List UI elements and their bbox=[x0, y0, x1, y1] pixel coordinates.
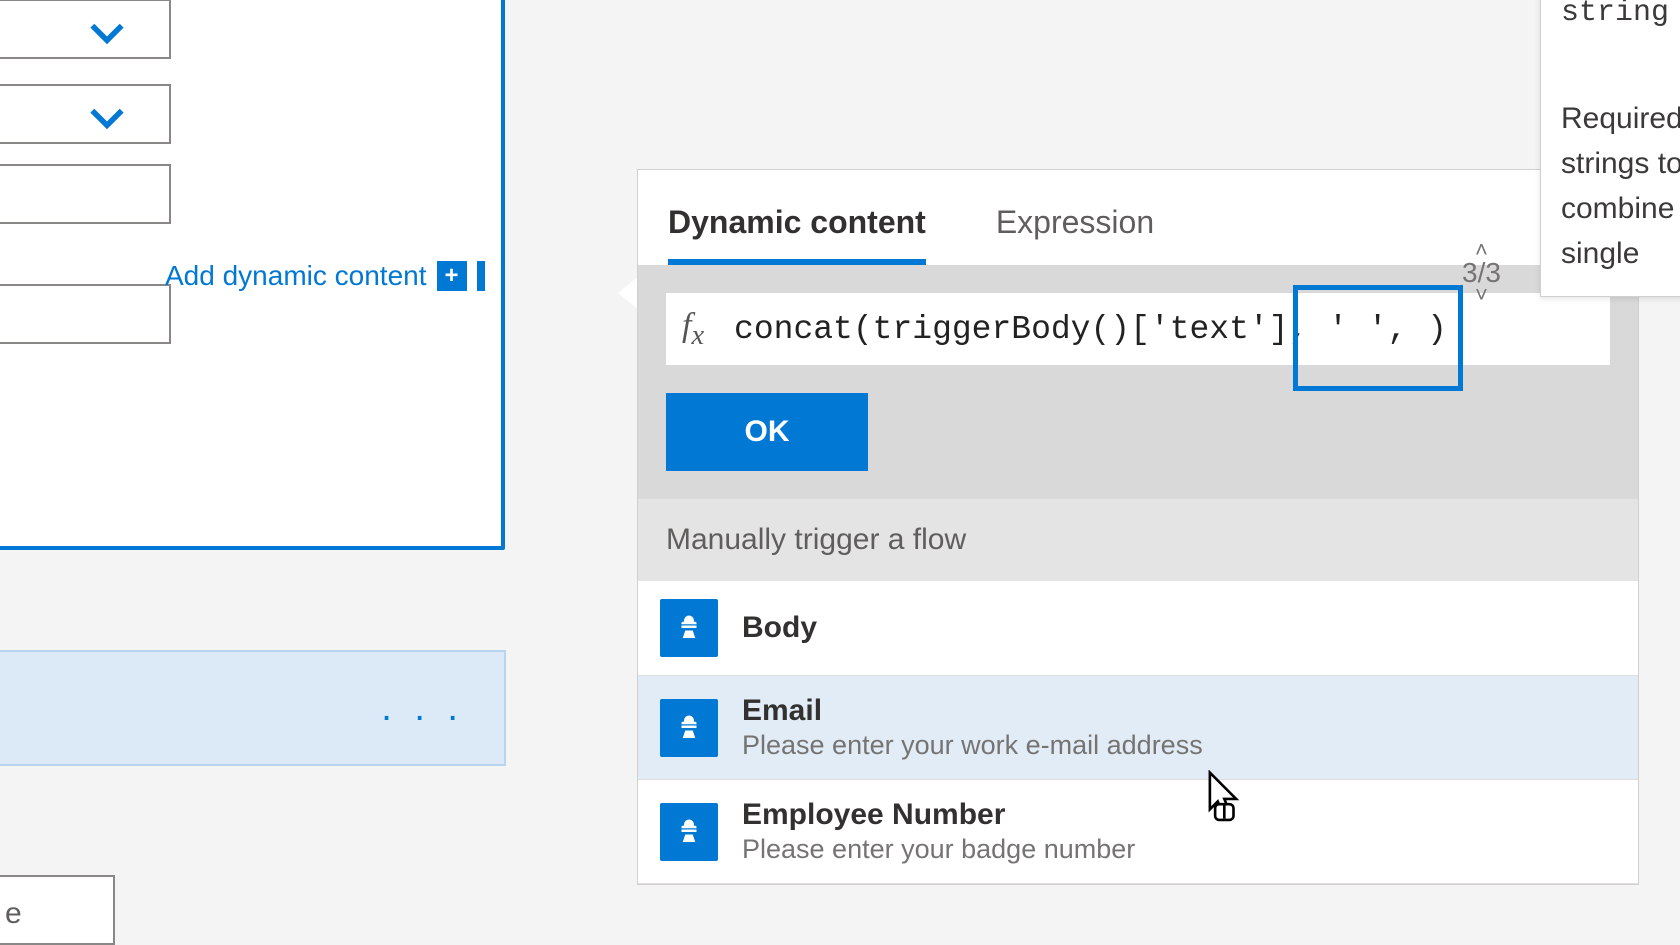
ok-button[interactable]: OK bbox=[666, 393, 868, 471]
chevron-down-icon[interactable]: ˅ bbox=[1475, 285, 1488, 305]
item-desc: Please enter your badge number bbox=[742, 834, 1135, 865]
input-row-1[interactable] bbox=[0, 0, 171, 59]
add-dynamic-label: Add dynamic content bbox=[165, 260, 427, 292]
callout-arrow bbox=[618, 275, 640, 311]
fx-icon: fx bbox=[682, 307, 704, 352]
input-row-3[interactable] bbox=[0, 164, 171, 224]
list-item[interactable]: Body bbox=[638, 581, 1638, 676]
item-title: Employee Number bbox=[742, 798, 1135, 832]
input-row-2[interactable] bbox=[0, 84, 171, 144]
parameter-tooltip: string Required. The strings to combine … bbox=[1540, 0, 1680, 297]
tooltip-type: string bbox=[1561, 0, 1680, 36]
item-title: Email bbox=[742, 694, 1203, 728]
chevron-down-icon[interactable] bbox=[85, 11, 129, 60]
next-action-card[interactable]: . . . bbox=[0, 650, 506, 766]
item-title: Body bbox=[742, 611, 817, 645]
trigger-section-header: Manually trigger a flow bbox=[638, 499, 1638, 581]
partial-field[interactable]: e bbox=[0, 875, 115, 945]
tab-dynamic-content[interactable]: Dynamic content bbox=[668, 204, 926, 265]
list-item[interactable]: Email Please enter your work e-mail addr… bbox=[638, 676, 1638, 780]
tab-expression[interactable]: Expression bbox=[996, 204, 1154, 265]
trigger-icon bbox=[660, 699, 718, 757]
tooltip-desc: Required. The strings to combine into a … bbox=[1561, 96, 1680, 276]
item-desc: Please enter your work e-mail address bbox=[742, 730, 1203, 761]
list-item[interactable]: Employee Number Please enter your badge … bbox=[638, 780, 1638, 884]
expression-text: concat(triggerBody()['text'], ' ', ) bbox=[734, 311, 1447, 348]
trigger-icon bbox=[660, 599, 718, 657]
plus-icon: + bbox=[437, 261, 467, 291]
bar-icon bbox=[477, 261, 485, 291]
input-row-4[interactable] bbox=[0, 284, 171, 344]
chevron-down-icon[interactable] bbox=[85, 96, 129, 145]
dynamic-items-list[interactable]: Body Email Please enter your work e-mail… bbox=[638, 581, 1638, 884]
trigger-icon bbox=[660, 803, 718, 861]
add-dynamic-content-link[interactable]: Add dynamic content + bbox=[165, 260, 485, 292]
tooltip-pager[interactable]: ˄ 3/3 ˅ bbox=[1462, 240, 1501, 305]
